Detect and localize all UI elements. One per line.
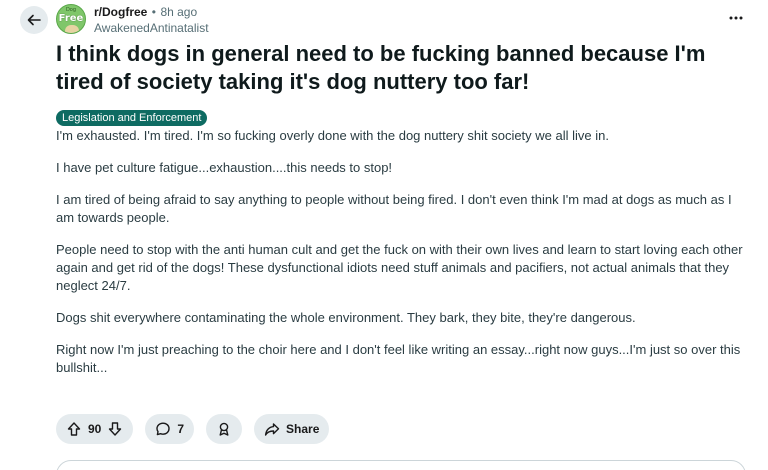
award-icon	[219, 422, 229, 436]
share-arrow-icon	[264, 423, 280, 436]
vote-control: 90	[56, 414, 134, 444]
comments-button[interactable]: 7	[145, 414, 195, 444]
avatar-dog-shape	[65, 25, 79, 33]
vote-count: 90	[88, 422, 102, 436]
comment-input[interactable]	[56, 460, 746, 470]
comment-count: 7	[177, 422, 185, 436]
more-options-button[interactable]	[728, 10, 744, 26]
post-paragraph: I am tired of being afraid to say anythi…	[56, 192, 732, 225]
author-link[interactable]: AwakenedAntinatalist	[94, 20, 209, 36]
award-button[interactable]	[206, 414, 243, 444]
meta-separator: •	[151, 5, 156, 19]
back-button[interactable]	[20, 6, 48, 34]
post-flair[interactable]: Legislation and Enforcement	[56, 110, 208, 126]
comment-bubble-icon	[156, 422, 171, 436]
post-time: 8h ago	[160, 5, 198, 19]
post-paragraph: People need to stop with the anti human …	[56, 242, 743, 293]
post-paragraph: I have pet culture fatigue...exhaustion.…	[56, 160, 393, 175]
more-horizontal-icon	[729, 16, 743, 20]
post-paragraph: Dogs shit everywhere contaminating the w…	[56, 310, 636, 325]
share-button[interactable]: Share	[254, 414, 330, 444]
subreddit-link[interactable]: r/Dogfree	[94, 5, 147, 19]
post-paragraph: Right now I'm just preaching to the choi…	[56, 342, 741, 375]
post-meta: r/Dogfree • 8h ago AwakenedAntinatalist	[94, 4, 209, 36]
share-label: Share	[286, 422, 320, 436]
post-title: I think dogs in general need to be fucki…	[56, 41, 706, 94]
subreddit-avatar[interactable]: Dog Free	[56, 4, 86, 34]
arrow-left-icon	[27, 14, 41, 26]
post-paragraph: I'm exhausted. I'm tired. I'm so fucking…	[56, 128, 609, 143]
avatar-big-text: Free	[58, 13, 84, 24]
downvote-icon[interactable]	[107, 421, 123, 437]
post-actions: 90 7 Share	[56, 414, 330, 444]
post-body: I'm exhausted. I'm tired. I'm so fucking…	[56, 127, 746, 391]
upvote-icon[interactable]	[66, 421, 82, 437]
